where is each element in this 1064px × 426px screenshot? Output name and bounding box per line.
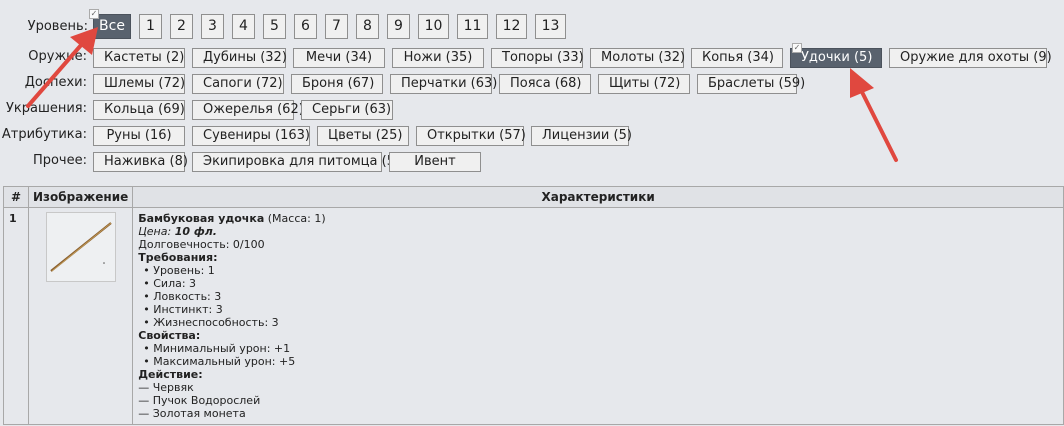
filter-buttons-1: Шлемы (72) Сапоги (72) Броня (67) Перчатки … — [93, 74, 805, 94]
filter-label-2: Украшения: — [5, 101, 87, 116]
level-label: Уровень: — [27, 19, 88, 34]
filter-buttons-4: Наживка (8) Экипировка для питомца (5) Иве… — [93, 152, 481, 172]
level-button-1[interactable]: 1 — [139, 14, 162, 39]
level-button-3[interactable]: 3 — [201, 14, 224, 39]
requirement-item: Сила: 3 — [143, 277, 1058, 290]
properties-title: Свойства: — [138, 329, 201, 342]
filter-button[interactable]: Перчатки (63) — [390, 74, 497, 94]
durability: Долговечность: 0/100 — [138, 238, 265, 251]
item-image — [45, 212, 116, 282]
actions-list: ЧервякПучок ВодорослейЗолотая монета — [138, 381, 1058, 420]
level-button-11[interactable]: 11 — [457, 14, 488, 39]
filter-button[interactable]: Ожерелья (62) — [192, 100, 304, 120]
items-table: # Изображение Характеристики 1 Бамбукова… — [3, 186, 1064, 425]
action-item: Червяк — [138, 381, 1058, 394]
level-button-2[interactable]: 2 — [170, 14, 193, 39]
level-checkbox-icon: ✓ — [89, 9, 99, 19]
property-item: Максимальный урон: +5 — [143, 355, 1058, 368]
fishing-rod-icon — [49, 222, 112, 272]
filter-button[interactable]: Браслеты (59) — [697, 74, 805, 94]
level-button-8[interactable]: 8 — [356, 14, 379, 39]
filter-label-3: Атрибутика: — [1, 127, 87, 142]
item-name[interactable]: Бамбуковая удочка — [138, 212, 264, 225]
filter-button[interactable]: Ножи (35) — [392, 48, 484, 68]
action-item: Золотая монета — [138, 407, 1058, 420]
filter-button[interactable]: Сапоги (72) — [192, 74, 284, 94]
filter-button[interactable]: Молоты (32) — [590, 48, 685, 68]
price-label: Цена: — [138, 225, 172, 238]
level-button-12[interactable]: 12 — [496, 14, 527, 39]
filter-button[interactable]: Открытки (57) — [416, 126, 526, 146]
level-button-4[interactable]: 4 — [232, 14, 255, 39]
row-image-cell — [27, 207, 134, 425]
filter-button[interactable]: Броня (67) — [291, 74, 383, 94]
filter-buttons-3: Руны (16) Сувениры (163) Цветы (25) Открытк… — [93, 126, 632, 146]
filter-button[interactable]: Пояса (68) — [499, 74, 591, 94]
filter-button[interactable]: Серьги (63) — [301, 100, 393, 120]
filter-button[interactable]: Кастеты (2) — [93, 48, 185, 68]
properties-list: Минимальный урон: +1Максимальный урон: +… — [138, 342, 1058, 368]
item-characteristics: Бамбуковая удочка (Масса: 1) Цена: 10 фл… — [132, 207, 1064, 425]
filter-button[interactable]: Наживка (8) — [93, 152, 188, 172]
requirement-item: Ловкость: 3 — [143, 290, 1058, 303]
filter-label-4: Прочее: — [32, 153, 87, 168]
level-button-9[interactable]: 9 — [387, 14, 410, 39]
price-value: 10 фл. — [174, 225, 217, 238]
filter-buttons-0: Кастеты (2) Дубины (32) Мечи (34) Ножи (35)… — [93, 48, 1052, 68]
filter-button[interactable]: Оружие для охоты (9) — [889, 48, 1052, 68]
filter-button[interactable]: Цветы (25) — [317, 126, 409, 146]
arrow-to-rods-icon — [850, 68, 898, 162]
property-item: Минимальный урон: +1 — [143, 342, 1058, 355]
filter-button[interactable]: Топоры (33) — [491, 48, 584, 68]
filter-button[interactable]: Кольца (69) — [93, 100, 185, 120]
filter-label-1: Доспехи: — [24, 75, 87, 90]
filter-button[interactable]: Удочки (5) — [790, 48, 882, 68]
filter-checkbox-icon: ✓ — [792, 43, 802, 53]
level-button-13[interactable]: 13 — [535, 14, 566, 39]
filter-button[interactable]: Щиты (72) — [598, 74, 690, 94]
level-buttons: Все 1 2 3 4 5 6 7 8 9 10 11 12 13 — [93, 14, 566, 39]
col-image-header: Изображение — [27, 186, 134, 208]
level-button-6[interactable]: 6 — [294, 14, 317, 39]
filter-button[interactable]: Мечи (34) — [293, 48, 385, 68]
requirement-item: Жизнеспособность: 3 — [143, 316, 1058, 329]
action-title: Действие: — [138, 368, 203, 381]
requirements-title: Требования: — [138, 251, 218, 264]
requirements-list: Уровень: 1Сила: 3Ловкость: 3Инстинкт: 3Ж… — [138, 264, 1058, 329]
filter-buttons-2: Кольца (69) Ожерелья (62) Серьги (63) — [93, 100, 393, 120]
filter-button[interactable]: Копья (34) — [691, 48, 783, 68]
item-mass: (Масса: 1) — [267, 212, 326, 225]
filter-button[interactable]: Шлемы (72) — [93, 74, 185, 94]
filter-button[interactable]: Дубины (32) — [192, 48, 287, 68]
action-item: Пучок Водорослей — [138, 394, 1058, 407]
filter-label-0: Оружие: — [28, 49, 87, 64]
filter-button[interactable]: Ивент — [389, 152, 481, 172]
filter-button[interactable]: Руны (16) — [93, 126, 185, 146]
filter-button[interactable]: Лицензии (5) — [531, 126, 632, 146]
requirement-item: Уровень: 1 — [143, 264, 1058, 277]
filter-button[interactable]: Экипировка для питомца (5) — [192, 152, 400, 172]
level-button-10[interactable]: 10 — [418, 14, 449, 39]
level-button-5[interactable]: 5 — [263, 14, 286, 39]
col-chars-header: Характеристики — [132, 186, 1064, 208]
table-row: 1 Бамбуковая удочка (Масса: 1) Цена: 10 … — [3, 207, 1064, 425]
row-num: 1 — [3, 207, 29, 425]
level-button-7[interactable]: 7 — [325, 14, 348, 39]
requirement-item: Инстинкт: 3 — [143, 303, 1058, 316]
filter-button[interactable]: Сувениры (163) — [192, 126, 310, 146]
col-num-header: # — [3, 186, 29, 208]
